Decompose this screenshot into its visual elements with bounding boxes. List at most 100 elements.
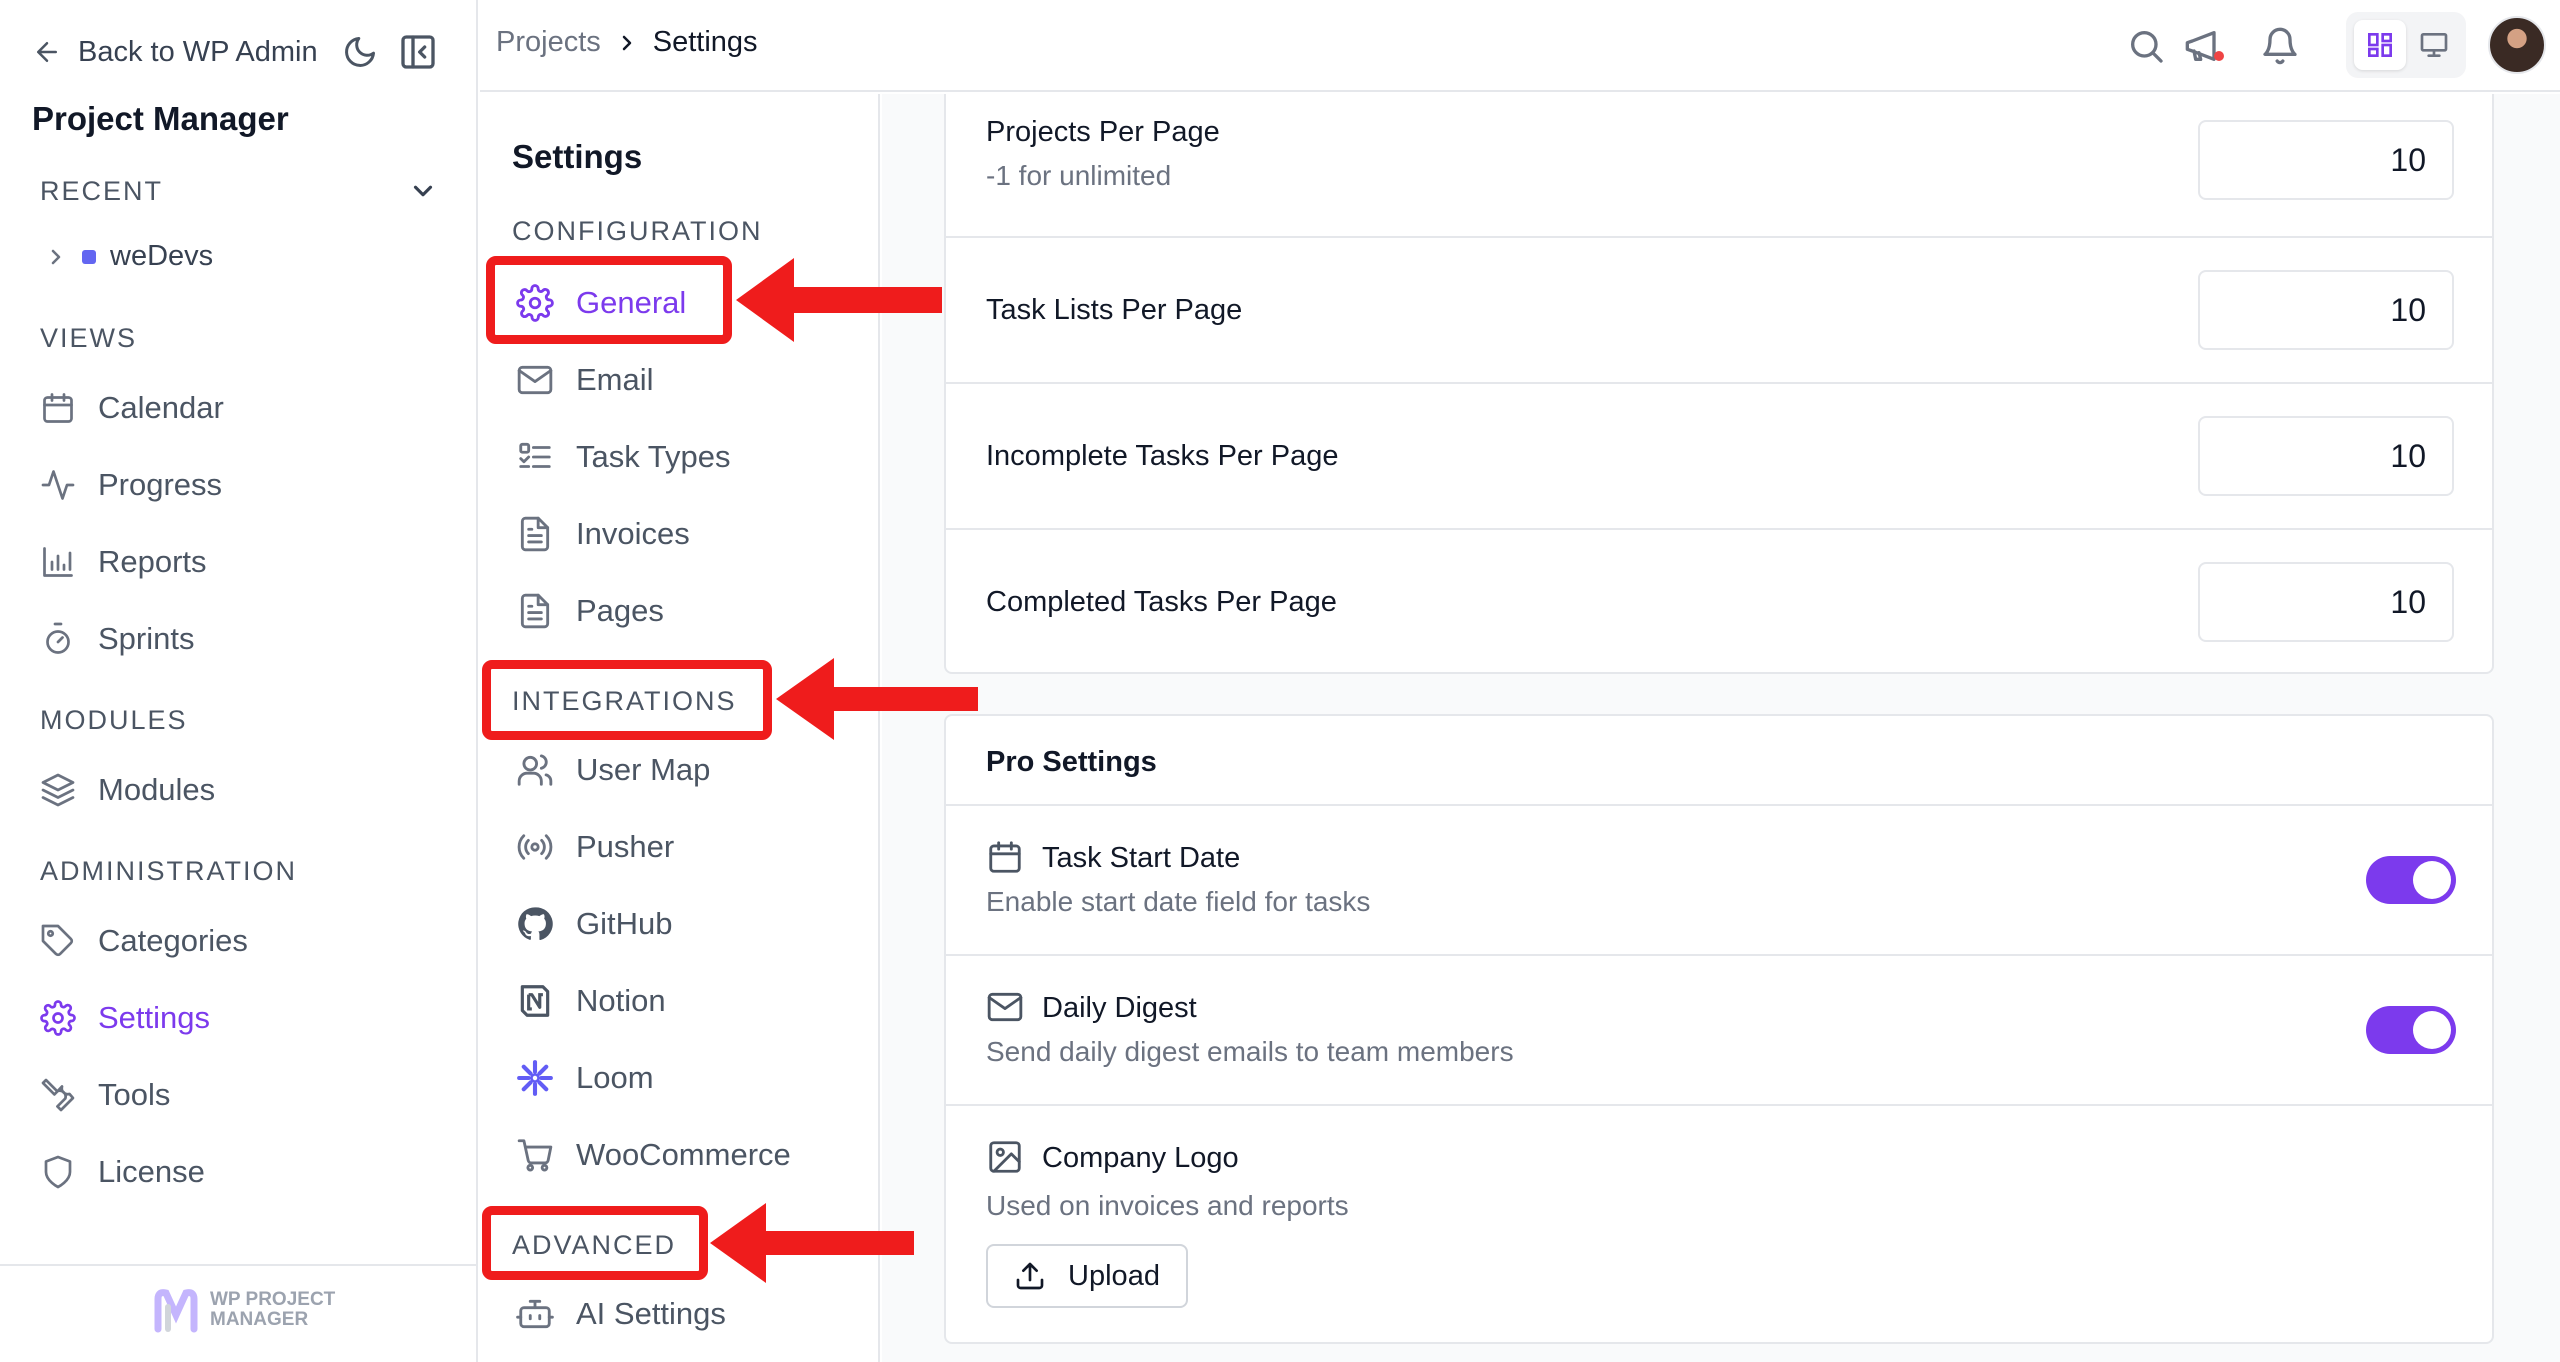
sidebar-item-label: Tools: [98, 1077, 171, 1112]
main-sidebar: Back to WP Admin Project Manager RECENT …: [0, 0, 478, 1362]
sidebar-divider: [0, 1264, 478, 1266]
wp-project-manager-logo: WP PROJECT MANAGER: [150, 1285, 335, 1335]
setting-label: Company Logo: [1042, 1142, 1239, 1174]
sidebar-item-progress[interactable]: Progress: [40, 457, 440, 513]
gear-icon: [40, 1000, 76, 1036]
bell-icon[interactable]: [2260, 26, 2300, 66]
toggle-knob: [2413, 861, 2451, 899]
setting-label: Projects Per Page: [986, 116, 1220, 148]
incomplete-tasks-per-page-input[interactable]: [2198, 416, 2454, 496]
app-root: Back to WP Admin Project Manager RECENT …: [0, 0, 2560, 1362]
annotation-arrow-general: [736, 258, 942, 342]
calendar-icon: [989, 841, 1021, 873]
subnav-item-label: WooCommerce: [576, 1137, 791, 1172]
subnav-item-label: GitHub: [576, 906, 673, 941]
mail-icon: [987, 992, 1023, 1022]
app-title: Project Manager: [32, 100, 289, 137]
task-start-date-toggle[interactable]: [2366, 856, 2456, 904]
subnav-item-github[interactable]: GitHub: [516, 896, 856, 952]
moon-icon[interactable]: [342, 34, 378, 70]
sidebar-item-label: License: [98, 1154, 205, 1189]
section-label-recent: RECENT: [40, 176, 164, 206]
top-header: Projects Settings: [480, 0, 2560, 92]
setting-description: Send daily digest emails to team members: [986, 1036, 1514, 1067]
setting-label: Incomplete Tasks Per Page: [986, 440, 1339, 472]
github-icon: [518, 907, 553, 941]
sidebar-item-label: Calendar: [98, 390, 224, 425]
subnav-item-label: Pusher: [576, 829, 675, 864]
sidebar-collapse-icon[interactable]: [398, 32, 438, 72]
recent-project-item[interactable]: weDevs: [44, 240, 213, 273]
back-to-wp-admin-link[interactable]: Back to WP Admin: [32, 36, 318, 69]
annotation-box-advanced: [482, 1206, 708, 1280]
shield-icon: [44, 1155, 72, 1189]
desktop-view-button[interactable]: [2408, 20, 2460, 70]
sidebar-item-calendar[interactable]: Calendar: [40, 380, 440, 436]
sidebar-top-bar: Back to WP Admin: [32, 30, 452, 74]
annotation-box-integrations: [482, 660, 772, 740]
subnav-item-woocommerce[interactable]: WooCommerce: [516, 1127, 856, 1183]
logo-text-line1: WP PROJECT: [210, 1289, 336, 1310]
subnav-item-notion[interactable]: Notion: [516, 973, 856, 1029]
search-icon[interactable]: [2126, 26, 2166, 66]
setting-label: Task Lists Per Page: [986, 294, 1243, 326]
sidebar-item-settings[interactable]: Settings: [40, 990, 440, 1046]
task-lists-per-page-input[interactable]: [2198, 270, 2454, 350]
setting-row-task-lists-per-page: Task Lists Per Page: [946, 238, 2492, 384]
grid-view-button[interactable]: [2354, 20, 2406, 70]
sidebar-item-modules[interactable]: Modules: [40, 762, 440, 818]
view-mode-toggle: [2346, 12, 2466, 78]
setting-label: Completed Tasks Per Page: [986, 586, 1337, 618]
broadcast-icon: [517, 834, 553, 860]
daily-digest-toggle[interactable]: [2366, 1006, 2456, 1054]
chevron-down-icon[interactable]: [408, 176, 438, 206]
tag-icon: [41, 924, 74, 957]
file-text-icon: [520, 516, 550, 552]
subnav-item-ai-settings[interactable]: AI Settings: [516, 1286, 856, 1342]
activity-icon: [41, 470, 75, 500]
sidebar-item-label: Progress: [98, 467, 223, 502]
megaphone-icon[interactable]: [2182, 26, 2226, 66]
setting-label: Daily Digest: [1042, 992, 1197, 1024]
completed-tasks-per-page-input[interactable]: [2198, 562, 2454, 642]
breadcrumb-projects-link[interactable]: Projects: [496, 26, 601, 59]
subnav-item-label: Email: [576, 362, 654, 397]
subnav-item-email[interactable]: Email: [516, 352, 856, 408]
subnav-item-pages[interactable]: Pages: [516, 583, 856, 639]
back-link-label: Back to WP Admin: [78, 35, 318, 68]
setting-row-projects-per-page: Projects Per Page -1 for unlimited: [946, 94, 2492, 238]
monitor-icon: [2420, 33, 2448, 57]
sidebar-item-categories[interactable]: Categories: [40, 913, 440, 969]
sidebar-item-license[interactable]: License: [40, 1144, 440, 1200]
sidebar-item-reports[interactable]: Reports: [40, 534, 440, 590]
general-settings-card: Projects Per Page -1 for unlimited Task …: [944, 94, 2494, 674]
logo-text-line2: MANAGER: [210, 1309, 309, 1330]
sidebar-item-sprints[interactable]: Sprints: [40, 611, 440, 667]
upload-icon: [1016, 1262, 1044, 1290]
subnav-item-label: Loom: [576, 1060, 654, 1095]
wrench-icon: [41, 1078, 75, 1112]
chevron-right-icon: [51, 249, 61, 264]
loom-icon: [517, 1060, 553, 1096]
subnav-item-loom[interactable]: Loom: [516, 1050, 856, 1106]
sidebar-item-label: Sprints: [98, 621, 195, 656]
sidebar-item-tools[interactable]: Tools: [40, 1067, 440, 1123]
subnav-item-user-map[interactable]: User Map: [516, 742, 856, 798]
subnav-item-pusher[interactable]: Pusher: [516, 819, 856, 875]
image-icon: [989, 1141, 1021, 1173]
bot-icon: [516, 1299, 554, 1329]
upload-button-label: Upload: [1068, 1259, 1160, 1292]
annotation-box-general: [486, 256, 732, 344]
subnav-item-label: Pages: [576, 593, 664, 628]
user-avatar[interactable]: [2488, 16, 2546, 74]
projects-per-page-input[interactable]: [2198, 120, 2454, 200]
setting-row-company-logo: Company Logo Used on invoices and report…: [946, 1106, 2492, 1344]
annotation-arrow-advanced: [710, 1203, 914, 1283]
upload-logo-button[interactable]: Upload: [986, 1244, 1188, 1308]
subnav-title: Settings: [512, 138, 643, 175]
bar-chart-icon: [43, 547, 73, 577]
settings-main-content: Projects Per Page -1 for unlimited Task …: [882, 94, 2560, 1362]
subnav-item-task-types[interactable]: Task Types: [516, 429, 856, 485]
subnav-section-configuration: CONFIGURATION: [512, 216, 763, 246]
subnav-item-invoices[interactable]: Invoices: [516, 506, 856, 562]
